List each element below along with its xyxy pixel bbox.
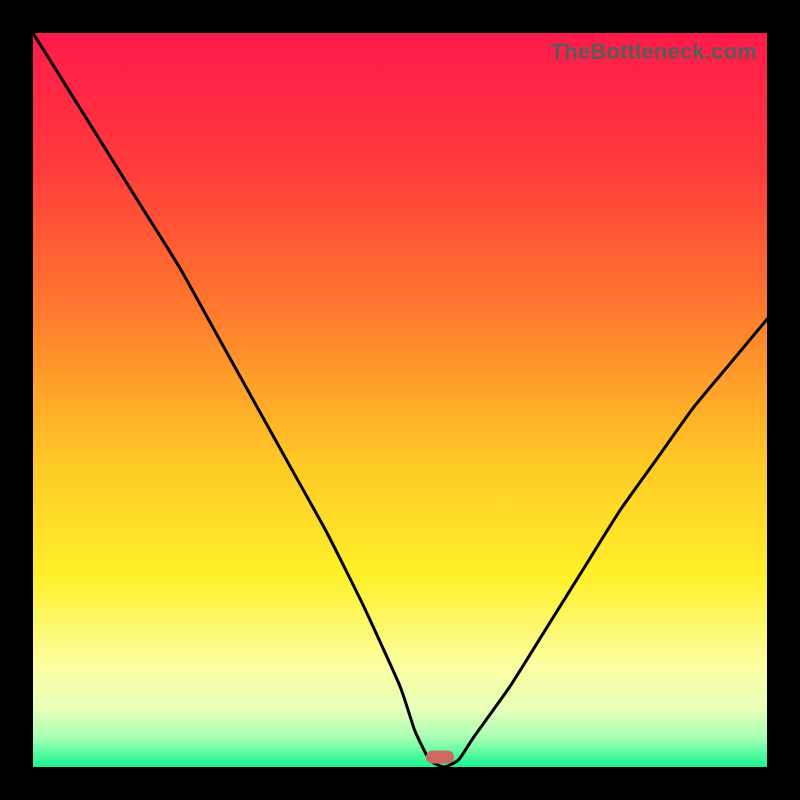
chart-plot-area: TheBottleneck.com	[33, 33, 767, 767]
bottleneck-curve	[33, 33, 767, 767]
chart-frame: TheBottleneck.com	[0, 0, 800, 800]
chart-curve-layer	[33, 33, 767, 767]
optimal-marker	[426, 751, 454, 764]
